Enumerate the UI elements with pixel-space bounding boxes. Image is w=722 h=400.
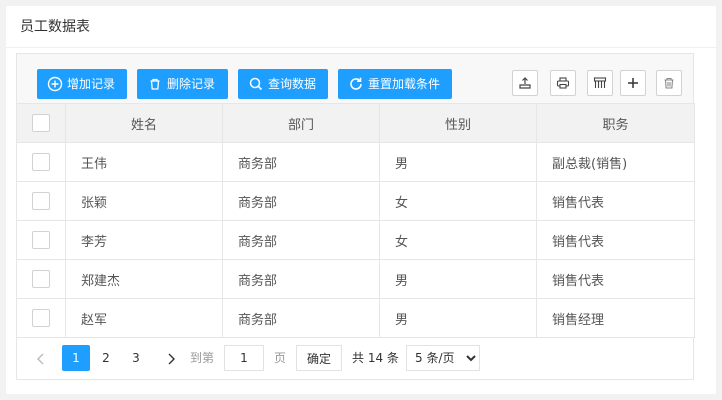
chevron-left-icon (37, 353, 44, 364)
search-icon (248, 76, 264, 92)
cell-gender: 女 (379, 220, 537, 260)
print-tool-button[interactable] (550, 70, 576, 96)
column-header-name[interactable]: 姓名 (65, 103, 223, 143)
table-row[interactable]: 张颖 商务部 女 销售代表 (16, 181, 695, 221)
cell-title: 销售代表 (536, 220, 695, 260)
plus-icon (628, 78, 638, 88)
column-header-department[interactable]: 部门 (222, 103, 380, 143)
page-unit-label: 页 (274, 351, 287, 365)
table-row[interactable]: 李芳 商务部 女 销售代表 (16, 220, 695, 260)
page-number-input[interactable] (224, 345, 264, 371)
cell-title: 销售代表 (536, 259, 695, 299)
next-page-button[interactable] (161, 345, 181, 371)
export-tool-button[interactable] (512, 70, 538, 96)
row-checkbox[interactable] (32, 270, 50, 288)
trash-icon (147, 76, 163, 92)
row-select-cell (16, 298, 66, 338)
pagination: 1 2 3 到第 页 确定 共 14 条 5 条/页 (16, 338, 694, 380)
refresh-icon (348, 76, 364, 92)
row-checkbox[interactable] (32, 192, 50, 210)
page-size-select[interactable]: 5 条/页 (406, 345, 480, 371)
delete-record-label: 删除记录 (167, 77, 216, 91)
reset-conditions-label: 重置加载条件 (368, 77, 441, 91)
table-header-row: 姓名 部门 性别 职务 (16, 103, 695, 143)
select-all-cell (16, 103, 66, 143)
cell-name: 李芳 (65, 220, 223, 260)
page-2-button[interactable]: 2 (92, 345, 120, 371)
delete-record-button[interactable]: 删除记录 (137, 69, 228, 99)
cell-title: 副总裁(销售) (536, 142, 695, 182)
panel-title: 员工数据表 (6, 6, 716, 48)
row-checkbox[interactable] (32, 231, 50, 249)
query-data-button[interactable]: 查询数据 (238, 69, 328, 99)
column-header-title[interactable]: 职务 (536, 103, 695, 143)
add-record-label: 增加记录 (67, 77, 116, 91)
row-checkbox[interactable] (32, 309, 50, 327)
export-icon (519, 77, 531, 89)
add-tool-button[interactable] (620, 70, 646, 96)
cell-title: 销售经理 (536, 298, 695, 338)
row-select-cell (16, 142, 66, 182)
cell-gender: 女 (379, 181, 537, 221)
cell-name: 赵军 (65, 298, 223, 338)
cell-department: 商务部 (222, 142, 380, 182)
table-row[interactable]: 赵军 商务部 男 销售经理 (16, 298, 695, 338)
total-count: 共 14 条 (352, 351, 399, 365)
cell-name: 郑建杰 (65, 259, 223, 299)
table-toolbar: 增加记录 删除记录 查询数据 重置加载条件 (16, 53, 694, 109)
add-record-button[interactable]: 增加记录 (37, 69, 127, 99)
columns-icon (593, 77, 607, 88)
employee-table: 姓名 部门 性别 职务 王伟 商务部 男 副总裁(销售) 张颖 商务部 女 销售… (16, 103, 695, 338)
cell-department: 商务部 (222, 259, 380, 299)
goto-label: 到第 (190, 351, 215, 365)
page-3-button[interactable]: 3 (122, 345, 150, 371)
plus-circle-icon (47, 76, 63, 92)
cell-gender: 男 (379, 142, 537, 182)
delete-tool-button[interactable] (656, 70, 682, 96)
page-1-button[interactable]: 1 (62, 345, 90, 371)
row-select-cell (16, 259, 66, 299)
query-data-label: 查询数据 (268, 77, 317, 91)
cell-name: 王伟 (65, 142, 223, 182)
row-checkbox[interactable] (32, 153, 50, 171)
cell-name: 张颖 (65, 181, 223, 221)
prev-page-button[interactable] (31, 345, 51, 371)
select-all-checkbox[interactable] (32, 114, 50, 132)
cell-department: 商务部 (222, 220, 380, 260)
table-row[interactable]: 王伟 商务部 男 副总裁(销售) (16, 142, 695, 182)
column-header-gender[interactable]: 性别 (379, 103, 537, 143)
chevron-right-icon (168, 353, 175, 364)
cell-gender: 男 (379, 298, 537, 338)
confirm-page-button[interactable]: 确定 (296, 345, 342, 371)
reset-conditions-button[interactable]: 重置加载条件 (338, 69, 452, 99)
row-select-cell (16, 181, 66, 221)
cell-department: 商务部 (222, 181, 380, 221)
cell-department: 商务部 (222, 298, 380, 338)
row-select-cell (16, 220, 66, 260)
cell-title: 销售代表 (536, 181, 695, 221)
table-row[interactable]: 郑建杰 商务部 男 销售代表 (16, 259, 695, 299)
trash-icon (664, 77, 674, 89)
columns-tool-button[interactable] (587, 70, 613, 96)
cell-gender: 男 (379, 259, 537, 299)
printer-icon (556, 77, 570, 89)
